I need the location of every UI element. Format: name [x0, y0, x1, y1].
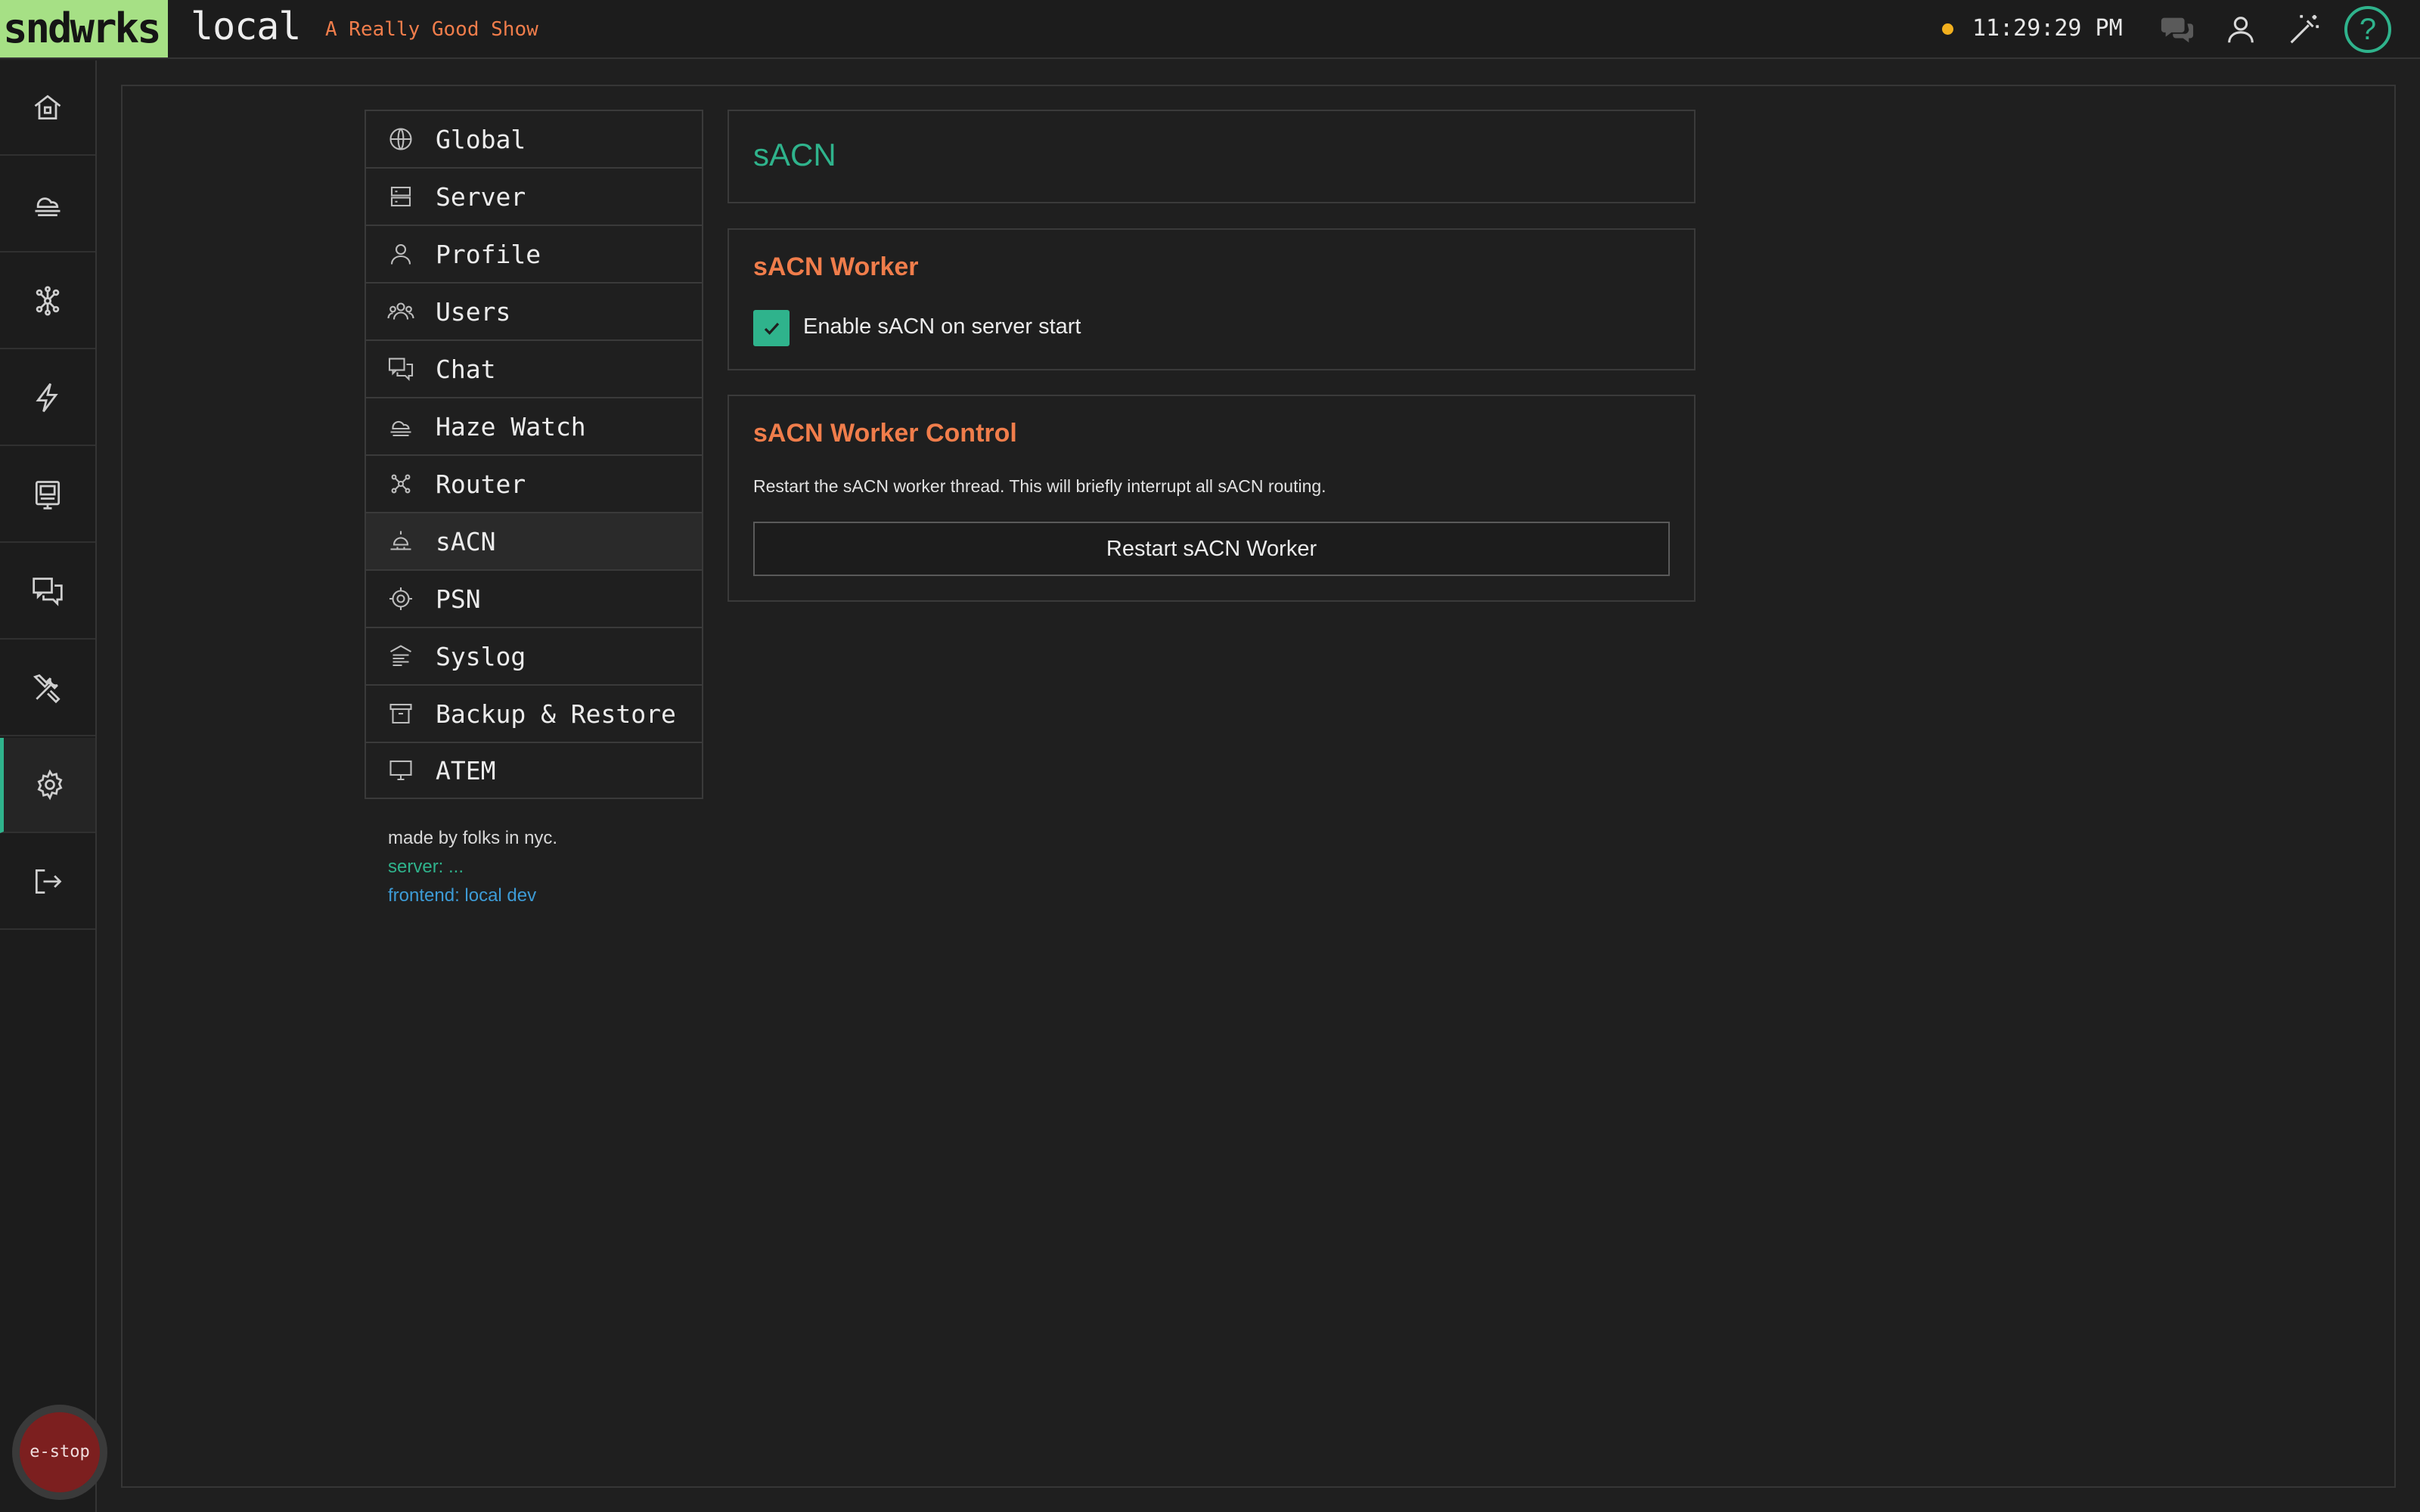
sacn-worker-card: sACN Worker Enable sACN on server start — [728, 228, 1696, 370]
menu-item-backup-restore[interactable]: Backup & Restore — [365, 684, 703, 742]
rail-settings[interactable] — [0, 738, 95, 833]
rail-haze-watch[interactable] — [0, 157, 95, 253]
menu-item-syslog[interactable]: Syslog — [365, 627, 703, 684]
haze-icon — [390, 420, 411, 437]
menu-item-haze-watch[interactable]: Haze Watch — [365, 397, 703, 454]
title-card: sACN — [728, 110, 1696, 203]
rail-display[interactable] — [0, 448, 95, 543]
sacn-worker-control-heading: sACN Worker Control — [753, 419, 1017, 448]
brand-logo[interactable]: sndwrks — [0, 0, 168, 57]
settings-menu: Global Server Profile Users Chat Haze Wa… — [365, 110, 703, 799]
check-icon — [764, 322, 780, 335]
server-version: server: ... — [388, 857, 464, 877]
lightning-icon — [36, 383, 58, 413]
chat-icon — [388, 358, 414, 382]
sacn-worker-control-card: sACN Worker Control Restart the sACN wor… — [728, 395, 1696, 602]
rail-triggers[interactable] — [0, 351, 95, 446]
logout-icon — [35, 869, 62, 894]
top-bar: sndwrks local A Really Good Show 11:29:2… — [0, 0, 2420, 59]
rail-home[interactable] — [0, 60, 95, 156]
menu-item-profile[interactable]: Profile — [365, 225, 703, 282]
rail-logout[interactable] — [0, 835, 95, 930]
home-icon — [34, 94, 61, 120]
sacn-worker-heading: sACN Worker — [753, 253, 919, 281]
display-icon — [35, 481, 60, 510]
status-indicator — [1942, 23, 1953, 35]
lamp-icon — [390, 531, 411, 550]
archive-icon — [389, 703, 412, 724]
globe-icon — [389, 128, 412, 150]
show-name: A Really Good Show — [325, 18, 538, 41]
menu-item-global[interactable]: Global — [365, 110, 703, 167]
router-icon — [36, 286, 60, 316]
menu-item-chat[interactable]: Chat — [365, 339, 703, 397]
server-icon — [390, 186, 411, 207]
menu-item-sacn[interactable]: sACN — [365, 512, 703, 569]
rail-router[interactable] — [0, 254, 95, 349]
menu-item-atem[interactable]: ATEM — [365, 742, 703, 799]
help-button[interactable]: ? — [2344, 6, 2391, 53]
enable-sacn-label[interactable]: Enable sACN on server start — [803, 314, 1081, 339]
restart-sacn-worker-button[interactable]: Restart sACN Worker — [753, 522, 1670, 576]
target-icon — [389, 587, 412, 610]
monitor-icon — [389, 760, 412, 781]
frontend-version: frontend: local dev — [388, 885, 537, 906]
rail-tools[interactable] — [0, 641, 95, 736]
app-name: local — [191, 5, 302, 48]
page-title: sACN — [753, 137, 836, 172]
settings-icon — [37, 769, 62, 801]
enable-sacn-checkbox[interactable] — [753, 310, 790, 346]
user-icon[interactable] — [2223, 12, 2258, 47]
user-icon — [390, 243, 411, 265]
tools-icon — [33, 674, 60, 704]
made-by-text: made by folks in nyc. — [388, 828, 558, 848]
syslog-icon — [389, 645, 412, 667]
estop-button[interactable]: e-stop — [20, 1412, 100, 1492]
menu-item-users[interactable]: Users — [365, 282, 703, 339]
nav-rail — [0, 60, 97, 1512]
magic-wand-icon[interactable] — [2287, 12, 2322, 47]
rail-chat[interactable] — [0, 544, 95, 640]
menu-item-router[interactable]: Router — [365, 454, 703, 512]
menu-item-server[interactable]: Server — [365, 167, 703, 225]
menu-item-psn[interactable]: PSN — [365, 569, 703, 627]
clock: 11:29:29 PM — [1972, 15, 2123, 42]
control-description: Restart the sACN worker thread. This wil… — [753, 476, 1326, 496]
version-info: made by folks in nyc. server: ... fronte… — [388, 824, 557, 910]
haze-icon — [35, 197, 60, 217]
users-icon — [387, 302, 414, 320]
router-icon — [391, 474, 411, 494]
chat-icon — [33, 578, 63, 606]
chat-bubbles-icon[interactable] — [2160, 12, 2195, 47]
